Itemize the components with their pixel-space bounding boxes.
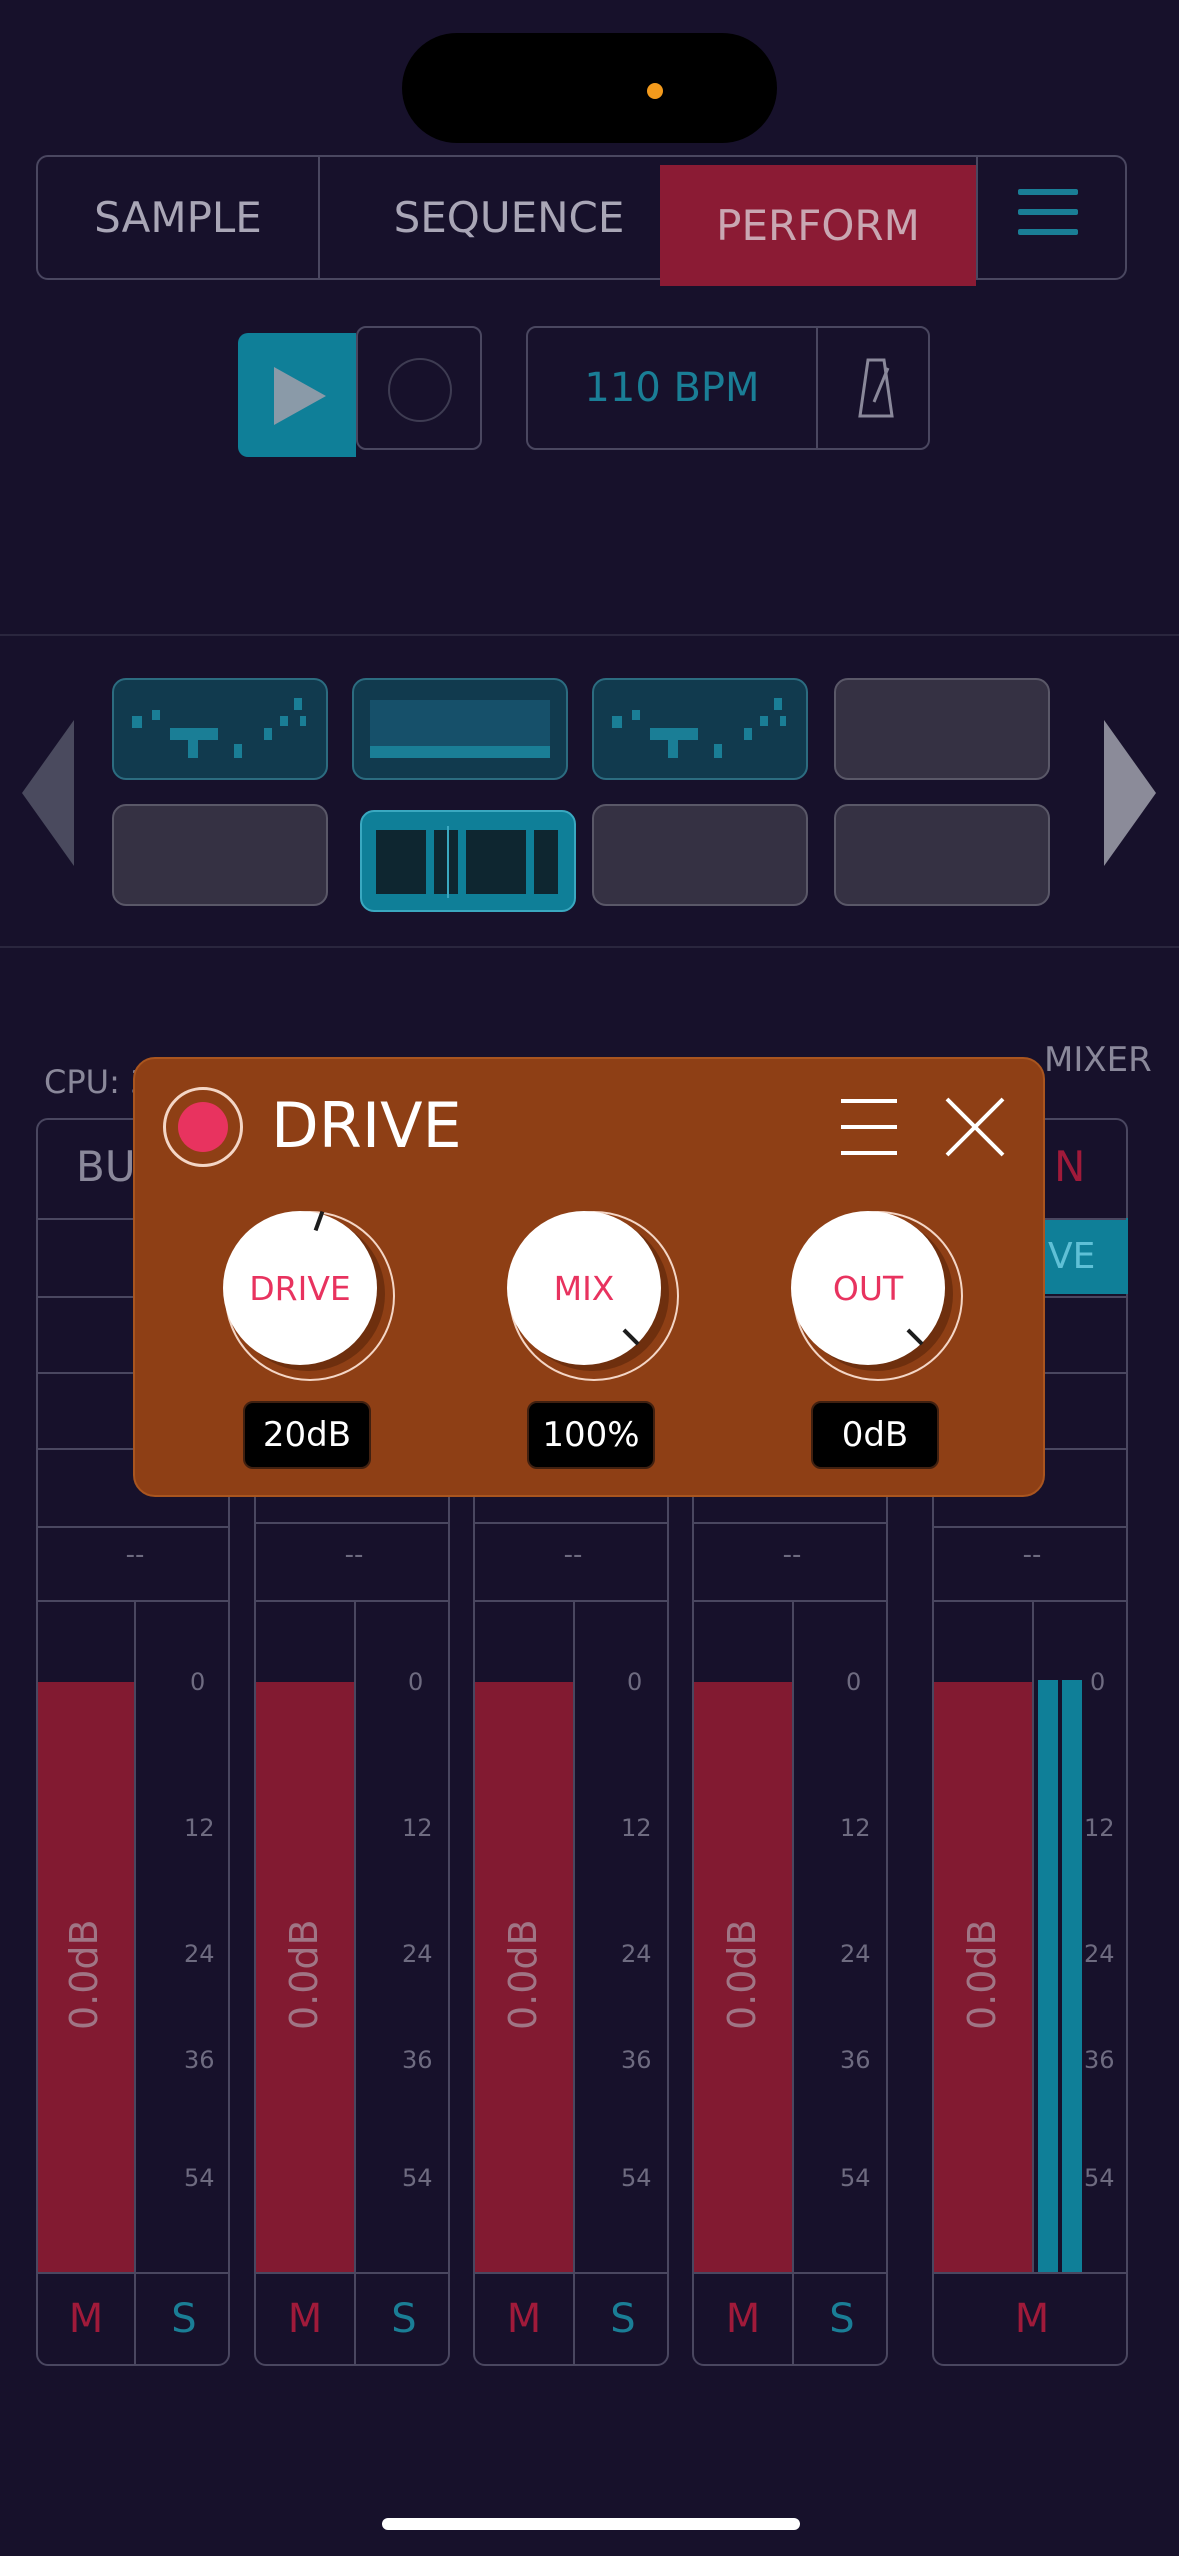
pattern-pad[interactable]: [592, 678, 808, 780]
pattern-pad[interactable]: [352, 678, 568, 780]
pattern-pad[interactable]: [834, 804, 1050, 906]
mixer-label[interactable]: MIXER: [1044, 1040, 1152, 1080]
meter-scale-label: 54: [621, 2164, 652, 2192]
pattern-thumbnail: [612, 698, 786, 758]
effect-slot[interactable]: --: [694, 1540, 890, 1570]
mixer-channel-strip: -- 0.0dB 0 12 24 36 54 M S: [254, 1480, 450, 2366]
channel-name: N: [1054, 1142, 1086, 1191]
pattern-pad[interactable]: [112, 804, 328, 906]
tab-divider: [976, 157, 978, 278]
meter-scale-label: 24: [184, 1940, 215, 1968]
popup-title: DRIVE: [271, 1089, 462, 1162]
drive-knob-label: DRIVE: [249, 1269, 351, 1308]
solo-button[interactable]: S: [575, 2274, 671, 2364]
record-button[interactable]: [356, 326, 482, 450]
solo-button[interactable]: S: [794, 2274, 890, 2364]
mute-button[interactable]: M: [38, 2274, 134, 2364]
mute-button[interactable]: M: [475, 2274, 573, 2364]
channel-name: BU: [76, 1142, 136, 1191]
meter-scale-label: 36: [1084, 2046, 1115, 2074]
mute-button[interactable]: M: [256, 2274, 354, 2364]
menu-icon[interactable]: [1018, 183, 1078, 243]
meter-scale-label: 24: [621, 1940, 652, 1968]
meter-scale-label: 0: [627, 1668, 643, 1696]
pattern-pad-selected[interactable]: [360, 810, 576, 912]
channel-tag[interactable]: VE: [1042, 1218, 1128, 1294]
play-button[interactable]: [238, 333, 356, 457]
metronome-icon[interactable]: [858, 358, 894, 418]
next-page-arrow-icon[interactable]: [1104, 720, 1156, 866]
meter-scale-label: 36: [184, 2046, 215, 2074]
mix-value: 100%: [527, 1401, 655, 1469]
meter-scale-label: 54: [840, 2164, 871, 2192]
dynamic-island: [402, 33, 777, 143]
fader-value: 0.0dB: [501, 1919, 545, 2030]
pattern-pad[interactable]: [834, 678, 1050, 780]
mute-button[interactable]: M: [934, 2274, 1130, 2364]
tab-perform[interactable]: PERFORM: [660, 165, 976, 286]
effect-slot[interactable]: --: [38, 1540, 232, 1570]
pattern-pad[interactable]: [592, 804, 808, 906]
meter-scale-label: 0: [846, 1668, 862, 1696]
mixer-channel-strip: -- 0.0dB 0 12 24 36 54 M S: [692, 1480, 888, 2366]
meter-scale-label: 12: [1084, 1814, 1115, 1842]
drive-effect-popup: DRIVE DRIVE 20dB MIX 100% OUT 0dB: [133, 1057, 1045, 1497]
fader-value: 0.0dB: [720, 1919, 764, 2030]
effect-slot[interactable]: --: [934, 1540, 1130, 1570]
meter-scale-label: 0: [190, 1668, 206, 1696]
meter-scale-label: 24: [1084, 1940, 1115, 1968]
fader-value: 0.0dB: [960, 1919, 1004, 2030]
meter-scale-label: 12: [621, 1814, 652, 1842]
effect-enable-button[interactable]: [163, 1087, 243, 1167]
hamburger-menu-icon[interactable]: [841, 1099, 897, 1155]
pattern-thumbnail: [370, 700, 550, 758]
mode-tabs: SAMPLE SEQUENCE PERFORM: [36, 155, 1127, 286]
fader-value: 0.0dB: [62, 1919, 106, 2030]
out-value: 0dB: [811, 1401, 939, 1469]
meter-scale-label: 54: [402, 2164, 433, 2192]
meter-scale-label: 36: [621, 2046, 652, 2074]
home-indicator[interactable]: [382, 2518, 800, 2530]
solo-button[interactable]: S: [356, 2274, 452, 2364]
tab-sample[interactable]: SAMPLE: [38, 157, 320, 278]
effect-slot[interactable]: --: [256, 1540, 452, 1570]
level-meter-left: [1038, 1680, 1058, 2272]
bpm-display[interactable]: 110 BPM: [528, 328, 818, 448]
level-meter-right: [1062, 1680, 1082, 2272]
pattern-pad[interactable]: [112, 678, 328, 780]
mixer-channel-strip: -- 0.0dB 0 12 24 36 54 M S: [473, 1480, 669, 2366]
prev-page-arrow-icon[interactable]: [22, 720, 74, 866]
tab-sequence[interactable]: SEQUENCE: [320, 157, 698, 278]
privacy-indicator-dot: [647, 83, 663, 99]
meter-scale-label: 54: [1084, 2164, 1115, 2192]
meter-scale-label: 36: [840, 2046, 871, 2074]
meter-scale-label: 24: [840, 1940, 871, 1968]
drive-value: 20dB: [243, 1401, 371, 1469]
meter-scale-label: 0: [1090, 1668, 1106, 1696]
out-knob-label: OUT: [832, 1269, 904, 1308]
meter-scale-label: 36: [402, 2046, 433, 2074]
record-icon: [388, 358, 452, 422]
effect-slot[interactable]: --: [475, 1540, 671, 1570]
fader-value: 0.0dB: [282, 1919, 326, 2030]
meter-scale-label: 12: [402, 1814, 433, 1842]
pattern-thumbnail: [376, 826, 558, 898]
tempo-control: 110 BPM: [526, 326, 930, 450]
mix-knob-label: MIX: [553, 1269, 615, 1308]
mute-button[interactable]: M: [694, 2274, 792, 2364]
close-icon[interactable]: [945, 1097, 1005, 1157]
record-dot-icon: [178, 1102, 228, 1152]
meter-scale-label: 12: [840, 1814, 871, 1842]
meter-scale-label: 0: [408, 1668, 424, 1696]
meter-scale-label: 54: [184, 2164, 215, 2192]
pattern-thumbnail: [132, 698, 306, 758]
play-icon: [274, 367, 326, 425]
solo-button[interactable]: S: [136, 2274, 232, 2364]
meter-scale-label: 24: [402, 1940, 433, 1968]
meter-scale-label: 12: [184, 1814, 215, 1842]
